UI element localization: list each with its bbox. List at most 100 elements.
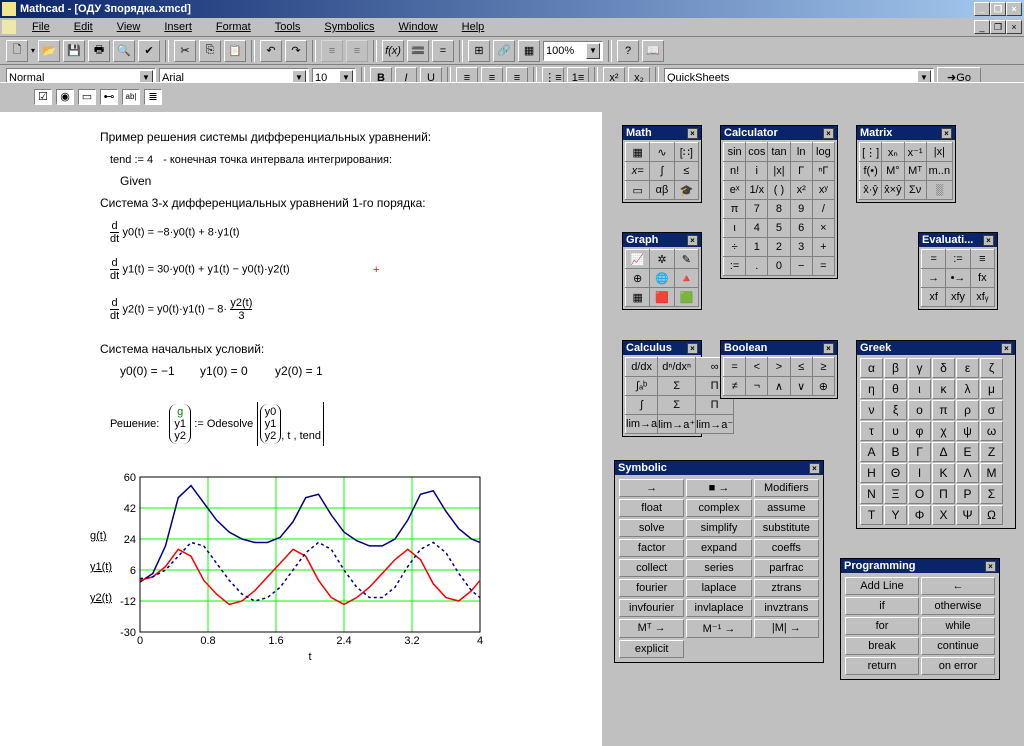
palette-button[interactable]: sin [724,143,746,162]
symbolic-button[interactable]: assume [754,499,819,517]
symbolic-button[interactable]: factor [619,539,684,557]
symbolic-button[interactable]: series [686,559,751,577]
symbolic-button[interactable]: parfrac [754,559,819,577]
minimize-button[interactable]: _ [974,2,990,16]
menu-window[interactable]: Window [387,21,450,33]
palette-button[interactable]: ░ [926,181,952,200]
palette-button[interactable]: ∧ [768,377,790,396]
slider-icon[interactable]: ⊷ [100,89,118,105]
mdi-icon[interactable] [2,20,16,34]
palette-button[interactable]: 5 [768,219,790,238]
palette-button[interactable]: [⋮] [860,143,882,162]
palette-button[interactable]: ∫ₐᵇ [626,377,658,396]
palette-button[interactable]: 1/x [746,181,768,200]
symbolic-button[interactable]: → [619,479,684,497]
component-icon[interactable]: ⊞ [468,40,490,62]
symbolic-button[interactable]: |M| → [754,619,819,638]
greek-button[interactable]: Φ [908,505,931,525]
menu-view[interactable]: View [105,21,153,33]
palette-button[interactable]: dⁿ/dxⁿ [658,358,696,377]
close-icon[interactable]: × [823,343,834,354]
preview-icon[interactable]: 🔍 [113,40,135,62]
cut-icon[interactable]: ✂ [174,40,196,62]
calc-icon[interactable]: = [432,40,454,62]
palette-button[interactable]: ( ) [768,181,790,200]
greek-button[interactable]: γ [908,358,931,378]
palette-button[interactable]: ≡ [970,250,994,269]
palette-button[interactable]: log [812,143,834,162]
close-icon[interactable]: × [823,128,834,139]
greek-button[interactable]: α [860,358,883,378]
greek-button[interactable]: Λ [956,463,979,483]
palette-button[interactable]: ≤ [790,358,812,377]
palette-button[interactable]: lim→a [626,415,658,434]
greek-button[interactable]: Ω [980,505,1003,525]
greek-button[interactable]: ρ [956,400,979,420]
greek-button[interactable]: Ρ [956,484,979,504]
greek-button[interactable]: δ [932,358,955,378]
symbolic-button[interactable]: coeffs [754,539,819,557]
greek-button[interactable]: π [932,400,955,420]
palette-button[interactable]: •→ [946,269,970,288]
palette-button[interactable]: → [922,269,946,288]
mdi-restore-button[interactable]: ❐ [990,20,1006,34]
palette-button[interactable]: m..n [926,162,952,181]
symbolic-button[interactable]: collect [619,559,684,577]
symbolic-button[interactable]: fourier [619,579,684,597]
palette-button[interactable]: xₙ [882,143,904,162]
symbolic-button[interactable]: Modifiers [754,479,819,497]
greek-button[interactable]: Π [932,484,955,504]
redo-icon[interactable]: ↷ [285,40,307,62]
calculator-palette[interactable]: Calculator× sincostanlnlogn!i|x|ΓⁿΓeˣ1/x… [720,125,838,279]
save-icon[interactable]: 💾 [63,40,85,62]
open-icon[interactable]: 📂 [38,40,60,62]
palette-button[interactable]: lim→a⁺ [658,415,696,434]
matrix-palette[interactable]: Matrix× [⋮]xₙx⁻¹|x|f(•)M°Mᵀm..nx̂·ŷx̂×ŷΣ… [856,125,956,203]
palette-button[interactable]: ≥ [812,358,834,377]
palette-button[interactable]: tan [768,143,790,162]
greek-button[interactable]: ν [860,400,883,420]
greek-button[interactable]: Κ [932,463,955,483]
programming-button[interactable]: on error [921,657,995,675]
greek-button[interactable]: Τ [860,505,883,525]
greek-button[interactable]: κ [932,379,955,399]
symbolic-button[interactable]: M⁻¹ → [686,619,751,638]
align2-icon[interactable]: ≡ [346,40,368,62]
spell-icon[interactable]: ✔ [138,40,160,62]
greek-button[interactable]: β [884,358,907,378]
greek-button[interactable]: Β [884,442,907,462]
palette-button[interactable]: fx [970,269,994,288]
menu-insert[interactable]: Insert [152,21,204,33]
palette-button[interactable]: xf [922,288,946,307]
palette-button[interactable]: ∫ [626,396,658,415]
palette-button[interactable]: + [812,238,834,257]
copy-icon[interactable]: ⎘ [199,40,221,62]
menu-edit[interactable]: Edit [62,21,105,33]
palette-button[interactable]: = [812,257,834,276]
palette-button[interactable]: xfy [946,288,970,307]
graph-palette[interactable]: Graph× 📈✲✎ ⊕🌐🔺 ▦🟥🟩 [622,232,702,310]
palette-button[interactable]: cos [746,143,768,162]
palette-button[interactable]: . [746,257,768,276]
align-icon[interactable]: ≡ [321,40,343,62]
radio-icon[interactable]: ◉ [56,89,74,105]
programming-button[interactable]: Add Line [845,577,919,595]
close-icon[interactable]: × [1001,343,1012,354]
symbolic-button[interactable]: simplify [686,519,751,537]
greek-button[interactable]: φ [908,421,931,441]
palette-button[interactable]: 4 [746,219,768,238]
resource-icon[interactable]: 📖 [642,40,664,62]
palette-button[interactable]: × [812,219,834,238]
palette-button[interactable]: := [724,257,746,276]
greek-button[interactable]: Ξ [884,484,907,504]
palette-button[interactable]: |x| [926,143,952,162]
programming-button[interactable]: otherwise [921,597,995,615]
checkbox-icon[interactable]: ☑ [34,89,52,105]
close-icon[interactable]: × [941,128,952,139]
palette-button[interactable]: M° [882,162,904,181]
palette-button[interactable]: ⁿΓ [812,162,834,181]
palette-button[interactable]: = [922,250,946,269]
palette-button[interactable]: 3 [790,238,812,257]
eval-palette[interactable]: Evaluati...× =:=≡→•→fxxfxfyxfᵧ [918,232,998,310]
greek-button[interactable]: ω [980,421,1003,441]
